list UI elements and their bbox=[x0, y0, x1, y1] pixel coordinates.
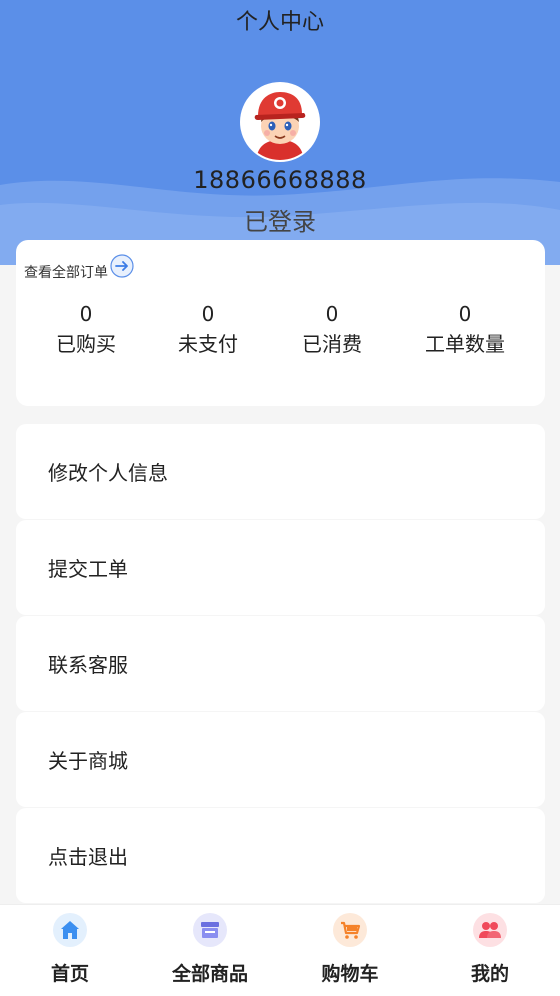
stat-label: 已购买 bbox=[56, 332, 116, 356]
menu-submit-ticket[interactable]: 提交工单 bbox=[16, 520, 545, 615]
avatar-icon bbox=[242, 84, 318, 160]
stat-value: 0 bbox=[201, 302, 215, 326]
cart-icon bbox=[333, 913, 367, 947]
stat-value: 0 bbox=[79, 302, 93, 326]
view-all-orders-label: 查看全部订单 bbox=[24, 265, 108, 281]
tab-all-products[interactable]: 全部商品 bbox=[140, 905, 280, 996]
menu-logout[interactable]: 点击退出 bbox=[16, 808, 545, 903]
tab-home[interactable]: 首页 bbox=[0, 905, 140, 996]
menu-edit-profile[interactable]: 修改个人信息 bbox=[16, 424, 545, 519]
stat-label: 已消费 bbox=[302, 332, 362, 356]
page-title: 个人中心 bbox=[235, 10, 324, 35]
orders-card: 查看全部订单 0 已购买 0 未支付 0 已消费 0 工单数量 bbox=[16, 240, 545, 406]
avatar[interactable] bbox=[242, 84, 318, 160]
tab-label: 全部商品 bbox=[171, 963, 248, 985]
users-icon bbox=[473, 913, 507, 947]
profile-header: 个人中心 18866668888 已登录 bbox=[0, 0, 560, 265]
stat-consumed[interactable]: 0 已消费 bbox=[272, 302, 392, 356]
stat-label: 未支付 bbox=[178, 332, 238, 356]
view-all-orders-link[interactable]: 查看全部订单 bbox=[24, 254, 134, 282]
stat-tickets[interactable]: 0 工单数量 bbox=[405, 302, 525, 356]
arrow-right-circle-icon bbox=[110, 254, 134, 278]
menu-item-label: 点击退出 bbox=[48, 845, 128, 869]
menu-item-label: 关于商城 bbox=[48, 749, 128, 773]
stat-purchased[interactable]: 0 已购买 bbox=[26, 302, 146, 356]
tab-mine[interactable]: 我的 bbox=[420, 905, 560, 996]
tab-label: 购物车 bbox=[321, 963, 379, 985]
stat-value: 0 bbox=[458, 302, 472, 326]
tab-label: 首页 bbox=[50, 963, 89, 985]
store-icon bbox=[193, 913, 227, 947]
stat-label: 工单数量 bbox=[425, 332, 505, 356]
menu-item-label: 联系客服 bbox=[48, 653, 128, 677]
menu-contact-support[interactable]: 联系客服 bbox=[16, 616, 545, 711]
tab-label: 我的 bbox=[470, 963, 509, 985]
bottom-tab-bar: 首页 全部商品 购物车 我的 bbox=[0, 904, 560, 996]
stat-unpaid[interactable]: 0 未支付 bbox=[148, 302, 268, 356]
login-status: 已登录 bbox=[244, 208, 316, 236]
menu-item-label: 提交工单 bbox=[48, 557, 128, 581]
home-icon bbox=[53, 913, 87, 947]
phone-number: 18866668888 bbox=[193, 166, 367, 194]
stat-value: 0 bbox=[325, 302, 339, 326]
order-stats: 0 已购买 0 未支付 0 已消费 0 工单数量 bbox=[16, 302, 545, 362]
menu-item-label: 修改个人信息 bbox=[48, 461, 168, 485]
menu-about-store[interactable]: 关于商城 bbox=[16, 712, 545, 807]
tab-cart[interactable]: 购物车 bbox=[280, 905, 420, 996]
